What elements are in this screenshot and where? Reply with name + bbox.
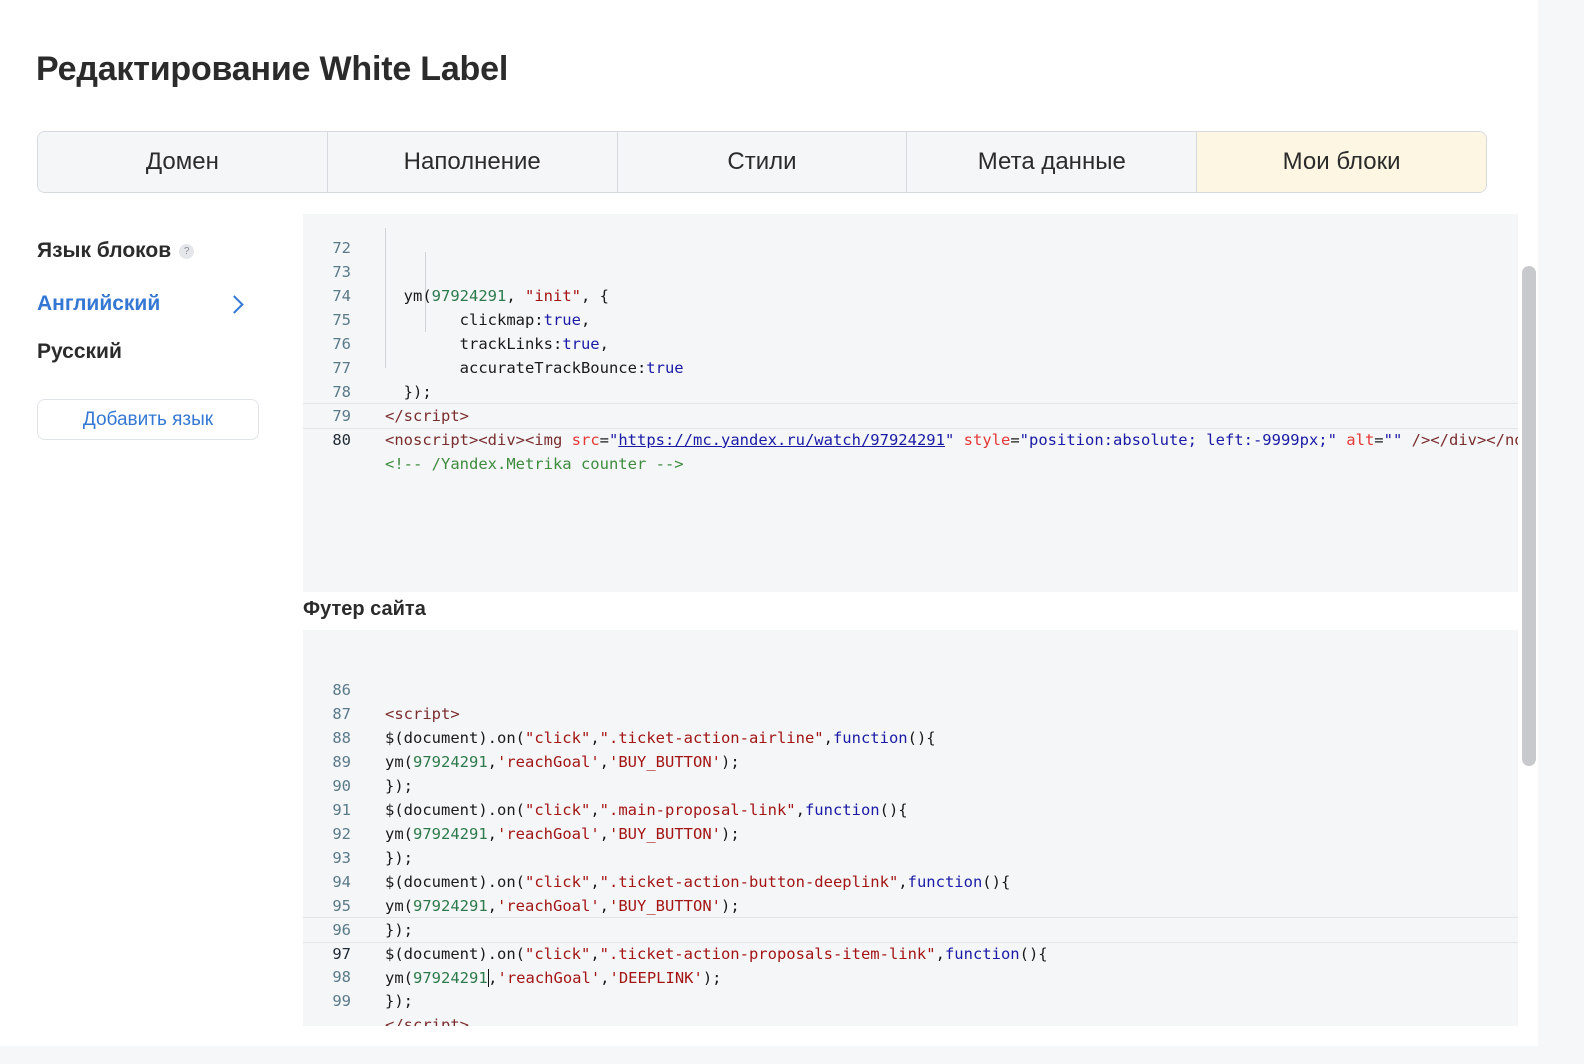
metrika-watch-link[interactable]: https://mc.yandex.ru/watch/97924291	[618, 431, 945, 449]
line-number: 80	[332, 431, 351, 449]
code-line: 74 clickmap:true,	[303, 260, 1518, 329]
page-scrollbar-thumb[interactable]	[1522, 266, 1536, 766]
code-line: 77 });	[303, 332, 1518, 401]
block-language-heading: Язык блоков ?	[37, 239, 195, 263]
code-line: 89 });	[303, 726, 1518, 795]
footer-section-title: Футер сайта	[303, 598, 426, 620]
page-right-margin	[1538, 0, 1584, 1064]
help-icon[interactable]: ?	[179, 243, 195, 259]
code-line: 88 ym(97924291,'reachGoal','BUY_BUTTON')…	[303, 702, 1518, 771]
code-line: 86 <script>	[303, 654, 1518, 723]
code-text: </script>	[385, 1016, 469, 1026]
tabs-bar: Домен Наполнение Стили Мета данные Мои б…	[37, 131, 1487, 193]
code-line: 73 ym(97924291, "init", {	[303, 236, 1518, 305]
tab-styles[interactable]: Стили	[617, 132, 908, 192]
code-line: 94 ym(97924291,'reachGoal','BUY_BUTTON')…	[303, 846, 1518, 915]
block-language-title: Язык блоков	[37, 239, 172, 262]
code-line: 90 $(document).on("click",".main-proposa…	[303, 750, 1518, 819]
code-line: 95 });	[303, 870, 1518, 939]
code-line: 72	[303, 214, 1518, 257]
code-line: 99 </script>	[303, 965, 1518, 1026]
tab-domain[interactable]: Домен	[38, 132, 328, 192]
code-line: 87 $(document).on("click",".ticket-actio…	[303, 678, 1518, 747]
code-line: 96 $(document).on("click",".ticket-actio…	[303, 894, 1518, 963]
tab-content[interactable]: Наполнение	[327, 132, 618, 192]
page-bottom-margin	[0, 1046, 1540, 1064]
code-line: 92 });	[303, 798, 1518, 867]
page-title: Редактирование White Label	[36, 50, 509, 88]
tab-meta-data[interactable]: Мета данные	[907, 132, 1198, 192]
code-line: 98 });	[303, 941, 1518, 1010]
code-line: 91 ym(97924291,'reachGoal','BUY_BUTTON')…	[303, 774, 1518, 843]
code-line: 75 trackLinks:true,	[303, 284, 1518, 353]
code-line: 93 $(document).on("click",".ticket-actio…	[303, 822, 1518, 891]
header-code-editor[interactable]: 72 73 ym(97924291, "init", { 74 clickmap…	[303, 214, 1518, 592]
code-line: 76 accurateTrackBounce:true	[303, 308, 1518, 377]
code-comment: <!-- /Yandex.Metrika counter -->	[385, 455, 684, 473]
add-language-button[interactable]: Добавить язык	[37, 399, 259, 440]
code-line: 79 <noscript><div><img src="https://mc.y…	[303, 380, 1518, 449]
language-label-english: Английский	[37, 292, 161, 315]
code-text: });	[385, 992, 413, 1010]
code-text: <noscript><div><img src="https://mc.yand…	[385, 431, 1518, 449]
chevron-right-icon	[225, 294, 244, 314]
language-item-russian[interactable]: Русский	[37, 340, 122, 364]
language-item-english[interactable]: Английский	[37, 292, 247, 316]
code-line-active: 97 ym(97924291,'reachGoal','DEEPLINK');	[303, 917, 1518, 987]
tab-my-blocks[interactable]: Мои блоки	[1197, 132, 1486, 192]
line-number: 99	[332, 992, 351, 1010]
code-line: 78 </script>	[303, 356, 1518, 425]
code-line-active: 80 <!-- /Yandex.Metrika counter -->	[303, 403, 1518, 473]
footer-code-editor[interactable]: 86 <script> 87 $(document).on("click",".…	[303, 630, 1518, 1026]
